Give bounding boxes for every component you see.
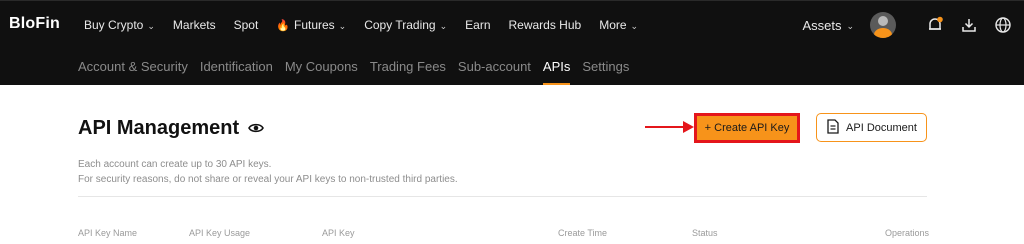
nav-label: Rewards Hub [508,18,582,32]
chevron-down-icon: ⌄ [439,20,448,31]
column-header-create-time: Create Time [558,228,608,238]
download-icon[interactable] [958,14,980,36]
create-api-key-button[interactable]: + Create API Key [694,113,800,143]
topbar-right: Assets ⌄ [802,1,1014,49]
api-document-label: API Document [846,121,917,134]
nav-buy-crypto[interactable]: Buy Crypto ⌄ [84,18,155,32]
assets-label: Assets [802,17,842,33]
column-header-status: Status [692,228,718,238]
flame-icon: 🔥 [276,19,290,32]
assets-menu[interactable]: Assets ⌄ [802,18,854,33]
page-title: API Management [78,117,240,139]
chevron-down-icon: ⌄ [846,20,854,31]
account-subnav: Account & Security Identification My Cou… [0,48,1024,85]
nav-futures[interactable]: 🔥 Futures ⌄ [276,18,346,32]
nav-label: Spot [233,18,259,32]
brand-logo[interactable]: BloFin [9,15,60,33]
chevron-down-icon: ⌄ [147,20,155,31]
nav-label: Buy Crypto [84,18,144,32]
description-line: Each account can create up to 30 API key… [78,159,272,170]
column-header-api-key-usage: API Key Usage [189,228,251,238]
nav-spot[interactable]: Spot [234,18,259,32]
nav-label: Markets [172,18,216,32]
tab-settings[interactable]: Settings [582,48,629,85]
top-navbar: BloFin Buy Crypto ⌄ Markets Spot 🔥 Futur… [0,0,1024,48]
avatar[interactable] [870,12,896,38]
main-nav: Buy Crypto ⌄ Markets Spot 🔥 Futures ⌄ Co… [84,1,656,49]
nav-earn[interactable]: Earn [465,18,490,32]
notification-bell-icon[interactable] [924,14,946,36]
nav-markets[interactable]: Markets [173,18,216,32]
nav-label: Earn [465,18,491,32]
nav-label: Futures [293,18,335,32]
column-header-api-key: API Key [322,228,355,238]
nav-copy-trading[interactable]: Copy Trading ⌄ [364,18,447,32]
red-arrow-annotation [645,120,695,139]
chevron-down-icon: ⌄ [338,20,347,31]
tab-identification[interactable]: Identification [200,48,273,85]
api-document-button[interactable]: API Document [816,113,927,142]
nav-more[interactable]: More ⌄ [599,18,638,32]
column-header-operations: Operations [885,228,930,238]
nav-label: More [599,18,627,32]
nav-rewards-hub[interactable]: Rewards Hub [509,18,582,32]
globe-icon[interactable] [992,14,1014,36]
divider [78,196,927,197]
eye-icon[interactable] [248,121,264,140]
description-line: For security reasons, do not share or re… [78,174,458,185]
column-header-api-key-name: API Key Name [78,228,138,238]
chevron-down-icon: ⌄ [630,20,639,31]
tab-apis[interactable]: APIs [542,48,571,85]
tab-account-security[interactable]: Account & Security [78,48,188,85]
tab-sub-account[interactable]: Sub-account [458,48,531,85]
tab-my-coupons[interactable]: My Coupons [285,48,358,85]
document-icon [826,118,840,137]
api-description: Each account can create up to 30 API key… [78,157,458,187]
nav-label: Copy Trading [364,18,436,32]
tab-trading-fees[interactable]: Trading Fees [370,48,446,85]
